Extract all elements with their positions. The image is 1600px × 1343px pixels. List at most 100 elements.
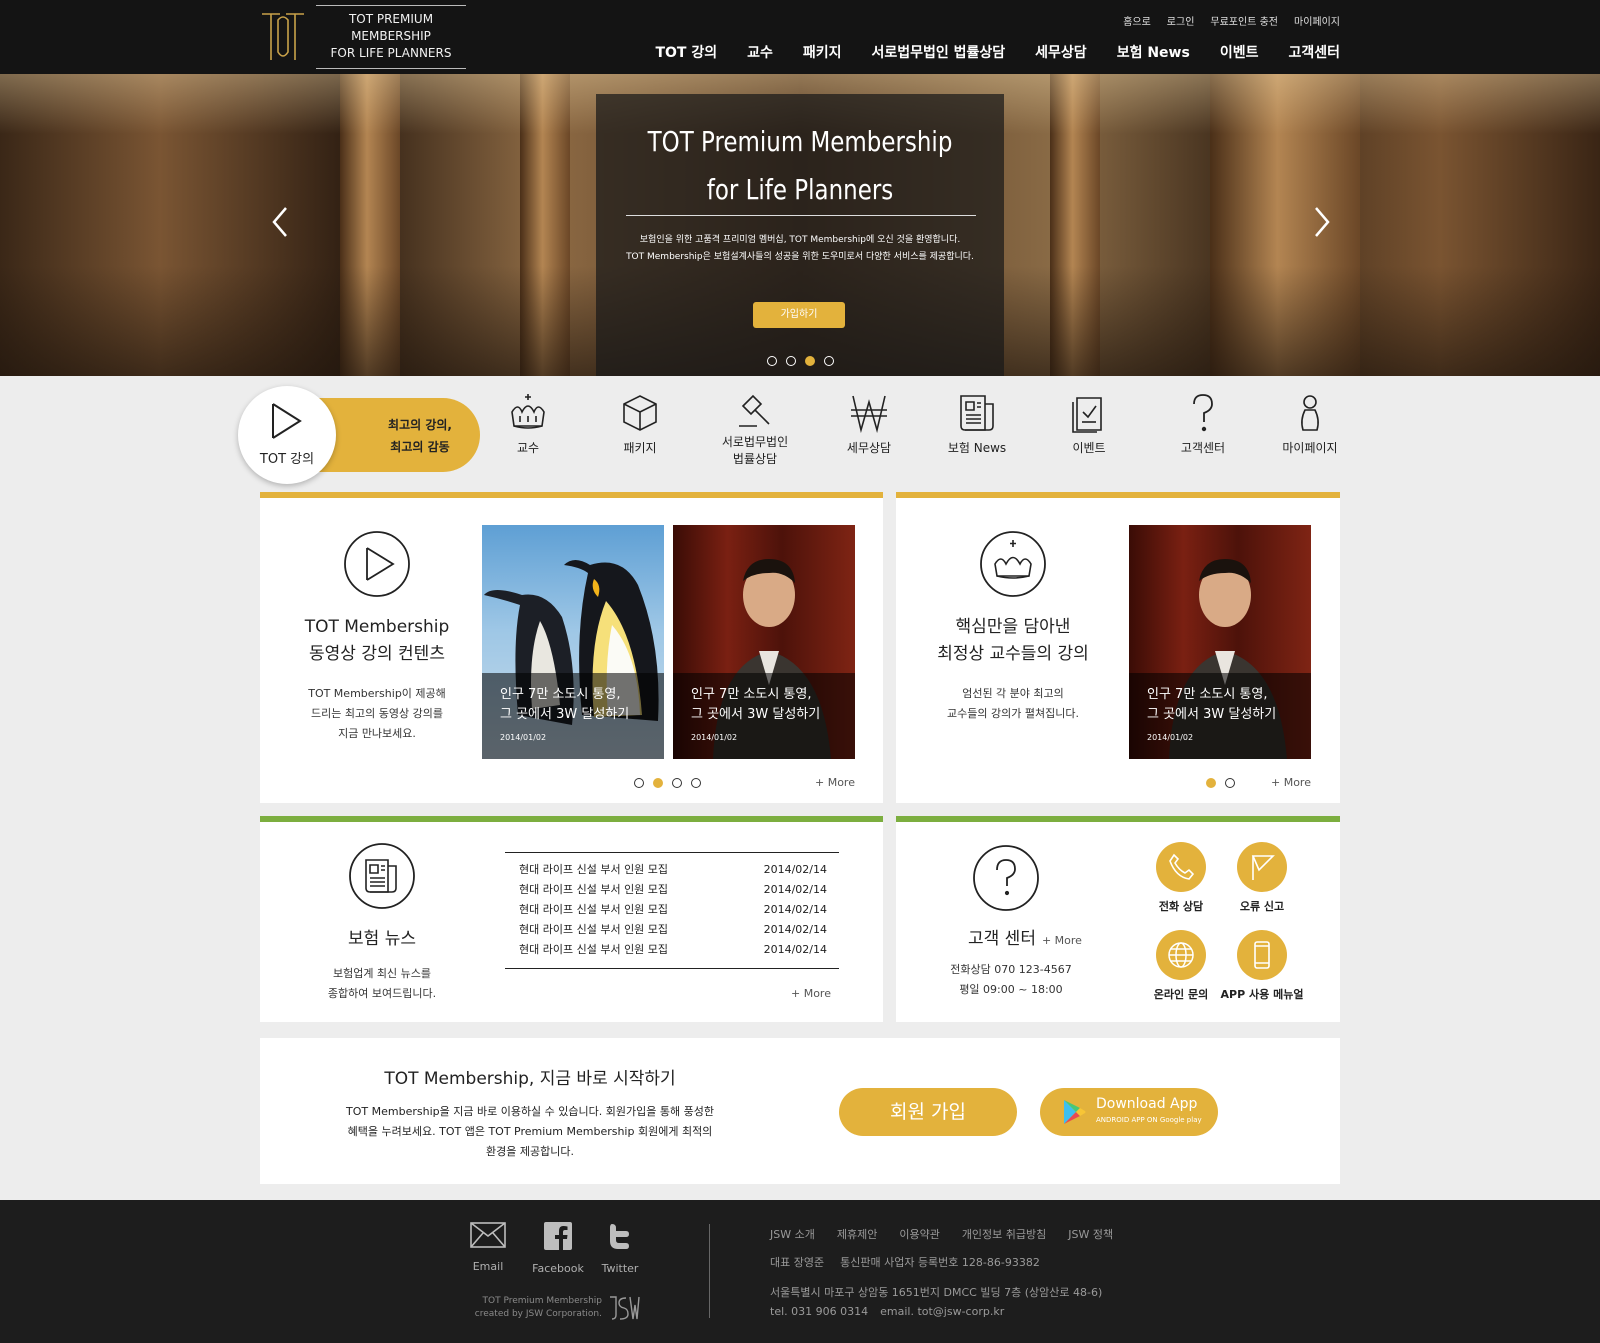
join-member-button[interactable]: 회원 가입: [839, 1088, 1017, 1136]
footer-company-info: 대표 장영준 통신판매 사업자 등록번호 128-86-93382: [770, 1254, 1040, 1270]
news-row[interactable]: 현대 라이프 신설 부서 인원 모집 2014/02/14: [505, 880, 839, 900]
quick-menu-event[interactable]: 이벤트: [1034, 392, 1144, 457]
logo-line2: FOR LIFE PLANNERS: [330, 46, 452, 60]
footer-link-policy[interactable]: JSW 정책: [1068, 1226, 1113, 1242]
main-nav: TOT 강의 교수 패키지 서로법무법인 법률상담 세무상담 보험 News 이…: [655, 42, 1340, 62]
hero-pagination: [596, 356, 1004, 366]
footer-credit: TOT Premium Membership created by JSW Co…: [462, 1295, 602, 1321]
lecture-dot-4[interactable]: [691, 778, 701, 788]
page: TOT PREMIUM MEMBERSHIP FOR LIFE PLANNERS…: [0, 0, 1600, 1343]
hero-dot-2[interactable]: [785, 356, 796, 366]
download-app-button[interactable]: Download App ANDROID APP ON Google play: [1040, 1088, 1218, 1136]
logo[interactable]: TOT PREMIUM MEMBERSHIP FOR LIFE PLANNERS: [260, 5, 466, 69]
hero-join-button[interactable]: 가입하기: [753, 302, 845, 328]
footer-link-privacy[interactable]: 개인정보 취급방침: [962, 1226, 1046, 1242]
question-icon: [1193, 394, 1213, 432]
footer-link-partnership[interactable]: 제휴제안: [837, 1226, 877, 1242]
professor-dot-2[interactable]: [1225, 778, 1235, 788]
quick-menu-support[interactable]: 고객센터: [1148, 392, 1258, 457]
news-row[interactable]: 현대 라이프 신설 부서 인원 모집 2014/02/14: [505, 920, 839, 940]
news-desc-line1: 보험업계 최신 뉴스를: [332, 967, 432, 980]
flag-icon: [1251, 855, 1275, 880]
lecture-dot-1[interactable]: [634, 778, 644, 788]
hero-dot-1[interactable]: [766, 356, 777, 366]
quick-menu-package[interactable]: 패키지: [585, 392, 695, 457]
thumb1-date: 2014/01/02: [500, 733, 547, 742]
support-more-link[interactable]: + More: [1042, 934, 1082, 947]
news-row[interactable]: 현대 라이프 신설 부서 인원 모집 2014/02/14: [505, 860, 839, 880]
hero-next-arrow-icon[interactable]: [1310, 204, 1334, 240]
nav-event[interactable]: 이벤트: [1220, 42, 1259, 62]
error-report-button[interactable]: [1237, 842, 1287, 892]
lecture-more-link[interactable]: + More: [815, 776, 855, 789]
lecture-thumbnail-1[interactable]: 인구 7만 소도시 통영, 그 곳에서 3W 달성하기 2014/01/02: [482, 525, 664, 759]
tot-logo-icon: [262, 13, 304, 60]
promo-desc-line1: TOT Membership을 지금 바로 이용하실 수 있습니다. 회원가입을…: [346, 1105, 714, 1118]
nav-professor[interactable]: 교수: [747, 42, 773, 62]
hero-panel: TOT Premium Membership for Life Planners…: [596, 94, 1004, 376]
thumb2-title-line2: 그 곳에서 3W 달성하기: [691, 707, 821, 722]
news-row[interactable]: 현대 라이프 신설 부서 인원 모집 2014/02/14: [505, 940, 839, 960]
quick-menu-mypage-label: 마이페이지: [1282, 441, 1338, 455]
footer-link-about[interactable]: JSW 소개: [770, 1226, 815, 1242]
hero-dot-3[interactable]: [804, 356, 815, 366]
legal-label-line1: 서로법무법인: [721, 435, 789, 449]
promo-desc-line3: 환경을 제공합니다.: [486, 1145, 574, 1158]
play-circle-icon: [344, 531, 410, 597]
news-desc-line2: 종합하여 보여드립니다.: [327, 987, 437, 1000]
quick-menu-legal[interactable]: 서로법무법인 법률상담: [700, 392, 810, 468]
promo-banner: TOT Membership, 지금 바로 시작하기 TOT Membershi…: [260, 1038, 1340, 1184]
lecture-title-line1: TOT Membership: [304, 617, 450, 637]
news-title: 보험 뉴스: [348, 929, 416, 949]
professor-dot-1[interactable]: [1206, 778, 1216, 788]
professor-desc: 엄선된 각 분야 최고의 교수들의 강의가 펼쳐집니다.: [896, 684, 1130, 724]
crown-icon: [511, 394, 545, 429]
lecture-thumbnail-2[interactable]: 인구 7만 소도시 통영, 그 곳에서 3W 달성하기 2014/01/02: [673, 525, 855, 759]
nav-news[interactable]: 보험 News: [1117, 42, 1190, 62]
online-inquiry-button[interactable]: [1156, 930, 1206, 980]
nav-tax[interactable]: 세무상담: [1035, 42, 1087, 62]
lecture-pagination: [634, 778, 701, 788]
nav-support[interactable]: 고객센터: [1288, 42, 1340, 62]
credit-line2: created by JSW Corporation.: [474, 1309, 602, 1319]
jsw-logo-icon: [610, 1296, 640, 1320]
quick-menu-news[interactable]: 보험 News: [922, 392, 1032, 457]
quick-menu-professor[interactable]: 교수: [473, 392, 583, 457]
hero-divider: [626, 215, 976, 216]
error-report-label: 오류 신고: [1239, 900, 1285, 913]
professor-pagination: [1206, 778, 1235, 788]
quick-menu-lecture[interactable]: TOT 강의: [238, 386, 336, 484]
util-home-link[interactable]: 홈으로: [1123, 13, 1151, 28]
quick-menu-mypage[interactable]: 마이페이지: [1255, 392, 1365, 457]
quick-menu-tax[interactable]: 세무상담: [814, 392, 924, 457]
footer-link-terms[interactable]: 이용약관: [899, 1226, 939, 1242]
quick-menu-event-label: 이벤트: [1072, 441, 1106, 455]
support-info: 전화상담 070 123-4567 평일 09:00 ~ 18:00: [936, 960, 1086, 1000]
lecture-dot-2[interactable]: [653, 778, 663, 788]
thumb1-title-line1: 인구 7만 소도시 통영,: [500, 687, 621, 702]
promo-desc-line2: 혜택을 누려보세요. TOT 앱은 TOT Premium Membership…: [347, 1125, 713, 1138]
twitter-label: Twitter: [601, 1262, 639, 1275]
nav-package[interactable]: 패키지: [803, 42, 842, 62]
email-share-button[interactable]: Email: [448, 1222, 528, 1273]
hero-dot-4[interactable]: [823, 356, 834, 366]
lecture-dot-3[interactable]: [672, 778, 682, 788]
professor-more-link[interactable]: + More: [1271, 776, 1311, 789]
twitter-button[interactable]: Twitter: [580, 1222, 660, 1275]
professor-thumbnail[interactable]: 인구 7만 소도시 통영, 그 곳에서 3W 달성하기 2014/01/02: [1129, 525, 1311, 759]
phone-consult-button[interactable]: [1156, 842, 1206, 892]
quick-menu-tagline: 최고의 강의, 최고의 감동: [360, 414, 480, 458]
app-manual-button[interactable]: [1237, 930, 1287, 980]
nav-lecture[interactable]: TOT 강의: [655, 42, 717, 62]
support-heading: 고객 센터 + More: [968, 924, 1082, 949]
news-row[interactable]: 현대 라이프 신설 부서 인원 모집 2014/02/14: [505, 900, 839, 920]
hero-prev-arrow-icon[interactable]: [268, 204, 292, 240]
footer-contact: tel. 031 906 0314 email. tot@jsw-corp.kr: [770, 1305, 1004, 1318]
question-circle-icon: [973, 845, 1039, 911]
util-login-link[interactable]: 로그인: [1167, 13, 1195, 28]
util-mypage-link[interactable]: 마이페이지: [1294, 13, 1340, 28]
professor-title: 핵심만을 담아낸 최정상 교수들의 강의: [896, 614, 1130, 668]
nav-legal[interactable]: 서로법무법인 법률상담: [871, 42, 1005, 62]
news-more-link[interactable]: + More: [791, 987, 831, 1000]
util-point-link[interactable]: 무료포인트 충전: [1210, 13, 1278, 28]
